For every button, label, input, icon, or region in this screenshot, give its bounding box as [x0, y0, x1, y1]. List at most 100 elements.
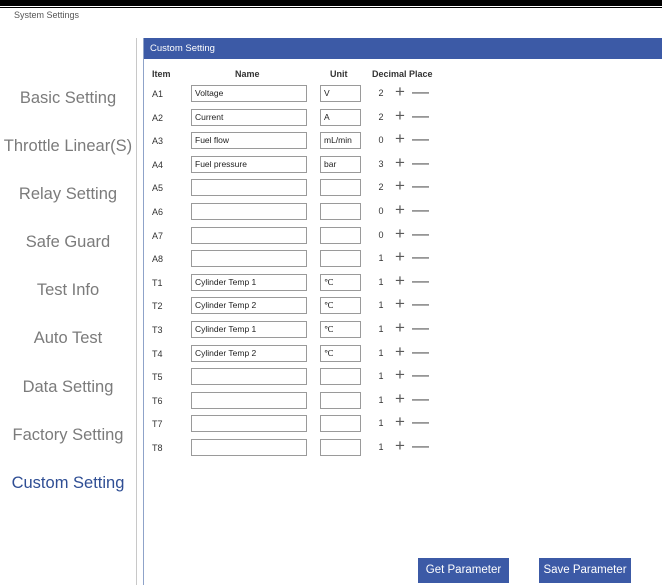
name-field[interactable] — [191, 226, 307, 244]
table-row: A5 2 + — — [144, 176, 662, 197]
decimal-place-stepper: 1 + — — [370, 247, 430, 268]
table-row: T6 1 + — — [144, 389, 662, 410]
name-field[interactable]: Cylinder Temp 2 — [191, 344, 307, 362]
plus-icon[interactable]: + — [395, 224, 405, 244]
top-border-line — [0, 7, 662, 8]
name-field[interactable]: Voltage — [191, 85, 307, 102]
unit-field[interactable]: ℃ — [320, 321, 361, 338]
unit-field[interactable] — [320, 415, 361, 433]
plus-icon[interactable]: + — [395, 365, 405, 385]
minus-icon[interactable]: — — [412, 389, 429, 409]
unit-field[interactable] — [320, 250, 361, 268]
minus-icon[interactable]: — — [412, 224, 429, 244]
sidebar-item-data-setting[interactable]: Data Setting — [0, 378, 136, 397]
name-field[interactable]: Fuel pressure — [191, 155, 307, 173]
plus-icon[interactable]: + — [395, 106, 405, 126]
name-field[interactable]: Cylinder Temp 2 — [191, 297, 307, 315]
plus-icon[interactable]: + — [395, 176, 405, 196]
sidebar-item-safe-guard[interactable]: Safe Guard — [0, 233, 136, 252]
header-item: Item — [152, 69, 171, 79]
name-field[interactable] — [191, 439, 307, 456]
unit-field[interactable] — [320, 391, 361, 409]
unit-field[interactable]: ℃ — [320, 273, 361, 291]
minus-icon[interactable]: — — [412, 412, 429, 432]
minus-icon[interactable]: — — [412, 294, 429, 314]
table-row: A1 Voltage V 2 + — — [144, 82, 662, 103]
unit-field[interactable] — [320, 439, 361, 456]
name-field[interactable] — [191, 179, 307, 197]
plus-icon[interactable]: + — [395, 247, 405, 267]
decimal-place-stepper: 0 + — — [370, 129, 430, 150]
plus-icon[interactable]: + — [395, 200, 405, 220]
decimal-place-stepper: 2 + — — [370, 106, 430, 127]
minus-icon[interactable]: — — [412, 153, 429, 173]
sidebar-item-test-info[interactable]: Test Info — [0, 281, 136, 300]
plus-icon[interactable]: + — [395, 318, 405, 338]
plus-icon[interactable]: + — [395, 294, 405, 314]
plus-icon[interactable]: + — [395, 342, 405, 362]
plus-icon[interactable]: + — [395, 271, 405, 291]
decimal-place-stepper: 2 + — — [370, 176, 430, 197]
minus-icon[interactable]: — — [412, 342, 429, 362]
sidebar-item-factory-setting[interactable]: Factory Setting — [0, 426, 136, 445]
name-field[interactable] — [191, 415, 307, 433]
name-field[interactable] — [191, 250, 307, 268]
minus-icon[interactable]: — — [412, 365, 429, 385]
item-code: A2 — [152, 112, 164, 123]
name-field[interactable]: Cylinder Temp 1 — [191, 273, 307, 291]
unit-field[interactable]: bar — [320, 155, 361, 173]
sidebar-item-relay-setting[interactable]: Relay Setting — [0, 185, 136, 204]
unit-field[interactable]: mL/min — [320, 132, 361, 150]
save-parameter-button[interactable]: Save Parameter — [539, 558, 631, 583]
minus-icon[interactable]: — — [412, 271, 429, 291]
name-field[interactable]: Cylinder Temp 1 — [191, 321, 307, 338]
minus-icon[interactable]: — — [412, 106, 429, 126]
minus-icon[interactable]: — — [412, 129, 429, 149]
minus-icon[interactable]: — — [412, 318, 429, 338]
name-field[interactable]: Current — [191, 108, 307, 126]
plus-icon[interactable]: + — [395, 82, 405, 102]
table-row: A4 Fuel pressure bar 3 + — — [144, 153, 662, 174]
unit-field[interactable] — [320, 226, 361, 244]
unit-field[interactable]: V — [320, 85, 361, 102]
item-code: T8 — [152, 443, 163, 453]
sidebar-item-basic-setting[interactable]: Basic Setting — [0, 89, 136, 108]
name-field[interactable] — [191, 391, 307, 409]
sidebar-item-custom-setting[interactable]: Custom Setting — [0, 474, 136, 493]
item-code: A6 — [152, 207, 164, 217]
unit-field[interactable] — [320, 203, 361, 220]
item-code: A4 — [152, 159, 164, 170]
plus-icon[interactable]: + — [395, 389, 405, 409]
plus-icon[interactable]: + — [395, 436, 405, 456]
minus-icon[interactable]: — — [412, 176, 429, 196]
minus-icon[interactable]: — — [412, 247, 429, 267]
sidebar-divider — [136, 38, 137, 585]
name-field[interactable] — [191, 203, 307, 220]
name-field[interactable]: Fuel flow — [191, 132, 307, 150]
minus-icon[interactable]: — — [412, 200, 429, 220]
plus-icon[interactable]: + — [395, 153, 405, 173]
sidebar-item-auto-test[interactable]: Auto Test — [0, 329, 136, 348]
plus-icon[interactable]: + — [395, 129, 405, 149]
table-row: T4 Cylinder Temp 2 ℃ 1 + — — [144, 342, 662, 363]
item-code: A1 — [152, 89, 164, 99]
name-field[interactable] — [191, 368, 307, 386]
item-code: T3 — [152, 325, 163, 335]
get-parameter-button[interactable]: Get Parameter — [418, 558, 509, 583]
decimal-place-stepper: 1 + — — [370, 365, 430, 386]
sidebar-item-throttle-linear[interactable]: Throttle Linear(S) — [0, 137, 136, 156]
plus-icon[interactable]: + — [395, 412, 405, 432]
unit-field[interactable] — [320, 368, 361, 386]
minus-icon[interactable]: — — [412, 82, 429, 102]
unit-field[interactable]: A — [320, 108, 361, 126]
minus-icon[interactable]: — — [412, 436, 429, 456]
unit-field[interactable] — [320, 179, 361, 197]
table-row: T3 Cylinder Temp 1 ℃ 1 + — — [144, 318, 662, 339]
item-code: A5 — [152, 183, 164, 194]
decimal-value: 1 — [378, 418, 384, 429]
decimal-value: 1 — [378, 276, 384, 287]
unit-field[interactable]: ℃ — [320, 344, 361, 362]
decimal-value: 0 — [378, 229, 384, 240]
header-unit: Unit — [330, 69, 348, 79]
unit-field[interactable]: ℃ — [320, 297, 361, 315]
